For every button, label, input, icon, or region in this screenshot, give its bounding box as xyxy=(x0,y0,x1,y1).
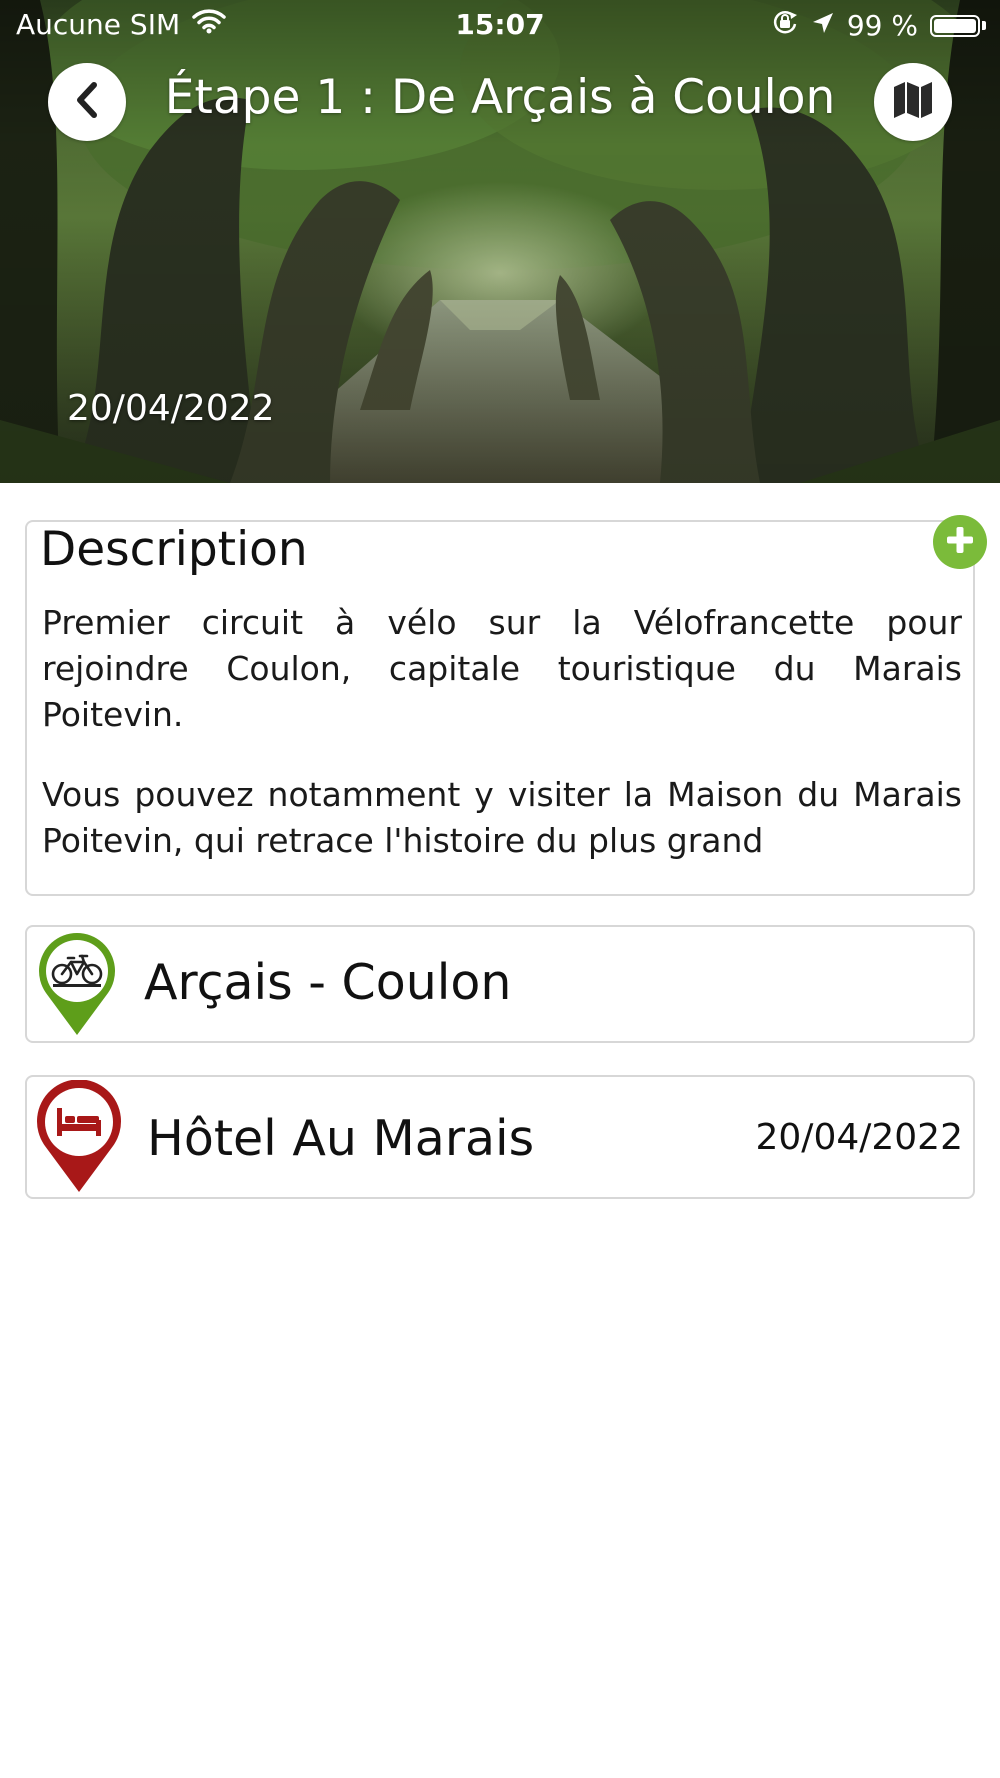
location-arrow-icon xyxy=(811,9,835,42)
description-paragraph: Premier circuit à vélo sur la Vélofrance… xyxy=(42,603,962,734)
battery-tip xyxy=(982,21,986,30)
bicycle-pin-icon xyxy=(37,933,117,1041)
bed-pin-icon xyxy=(35,1079,123,1198)
chevron-left-icon xyxy=(70,80,104,124)
list-item-hotel[interactable]: Hôtel Au Marais 20/04/2022 xyxy=(25,1075,975,1199)
header-image: Aucune SIM 15:07 99 % Étape 1: De Arçai… xyxy=(0,0,1000,483)
description-card[interactable]: Description Premier circuit à vélo sur l… xyxy=(25,520,975,896)
expand-description-button[interactable] xyxy=(933,515,987,569)
battery-level xyxy=(934,18,976,33)
rotation-lock-icon xyxy=(771,8,799,43)
map-icon xyxy=(892,80,934,124)
status-indicators: 99 % xyxy=(771,8,986,43)
description-title: Description xyxy=(40,522,308,577)
stage-date: 20/04/2022 xyxy=(67,388,275,429)
route-label: Arçais - Coulon xyxy=(144,954,512,1011)
page-title: Étape 1 : De Arçais à Coulon xyxy=(164,70,836,125)
map-button[interactable] xyxy=(874,63,952,141)
hotel-label: Hôtel Au Marais xyxy=(147,1110,535,1167)
description-paragraph: Vous pouvez notamment y visiter la Maiso… xyxy=(42,775,962,860)
hotel-date: 20/04/2022 xyxy=(755,1117,964,1158)
status-bar: Aucune SIM 15:07 99 % xyxy=(0,0,1000,50)
battery-percent: 99 % xyxy=(846,9,918,42)
list-item-route[interactable]: Arçais - Coulon xyxy=(25,925,975,1043)
plus-icon xyxy=(945,525,975,559)
back-button[interactable] xyxy=(48,63,126,141)
description-text: Premier circuit à vélo sur la Vélofrance… xyxy=(42,600,962,894)
battery-icon xyxy=(930,14,980,37)
